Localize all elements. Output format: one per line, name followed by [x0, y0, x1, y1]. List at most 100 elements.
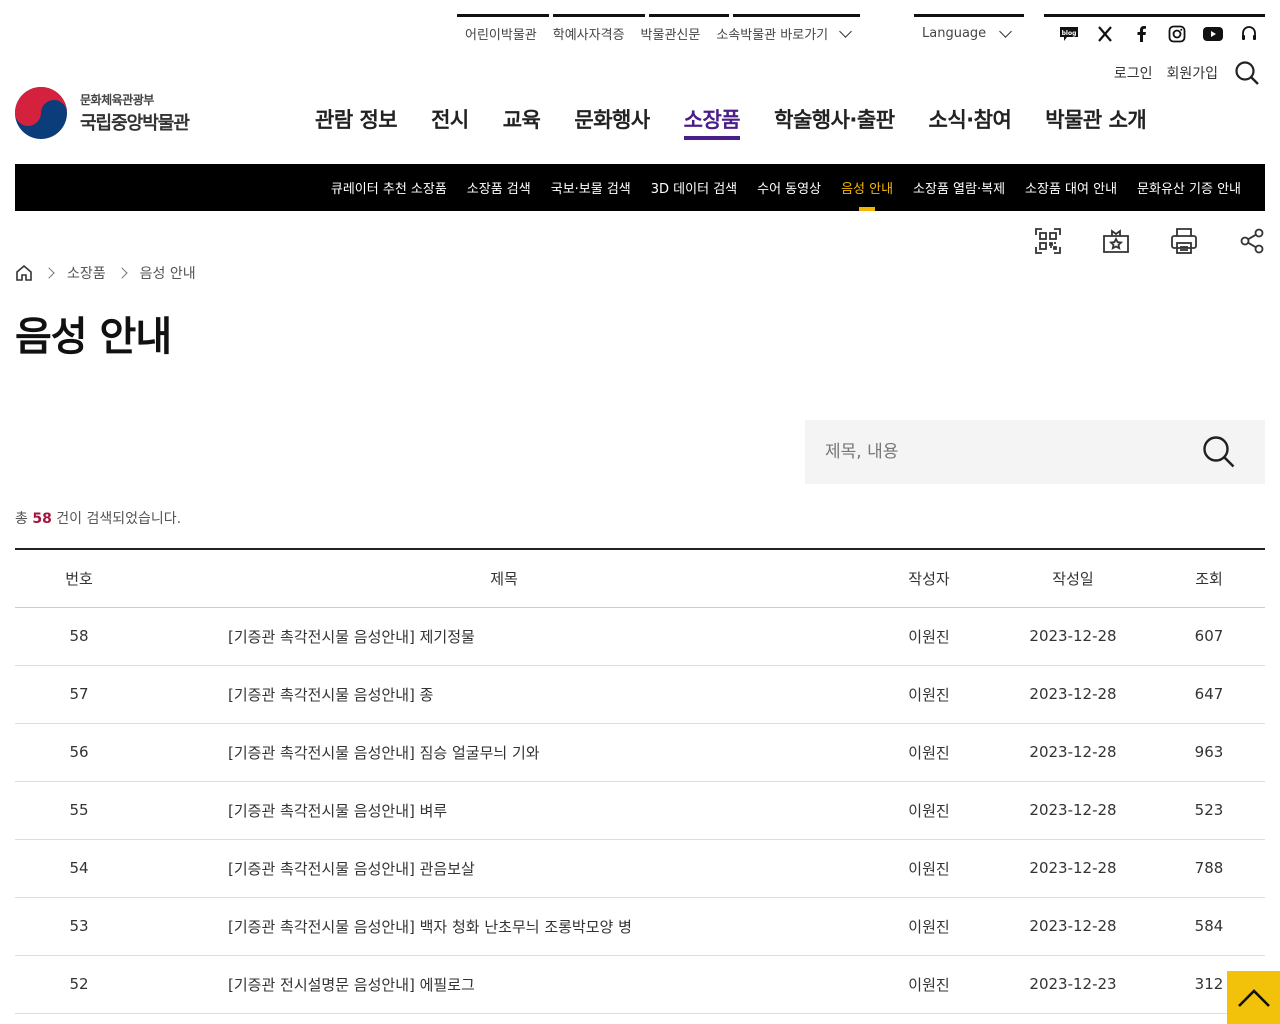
divider — [897, 14, 914, 17]
headset-icon[interactable] — [1238, 23, 1260, 45]
row-number: 52 — [15, 955, 143, 1014]
subnav-collection-search[interactable]: 소장품 검색 — [457, 164, 541, 211]
table-row[interactable]: 55 [기증관 촉각전시물 음성안내] 벼루 이원진 2023-12-28 523 — [15, 781, 1265, 840]
gnb-events[interactable]: 문화행사 — [557, 104, 666, 144]
breadcrumb-audio-guide[interactable]: 음성 안내 — [140, 263, 196, 283]
language-label: Language — [922, 26, 987, 41]
util-link-newsletter[interactable]: 박물관신문 — [633, 16, 709, 52]
blog-icon[interactable]: blog — [1058, 23, 1080, 45]
search-input[interactable] — [805, 420, 1185, 484]
row-views: 523 — [1153, 781, 1265, 840]
youtube-icon[interactable] — [1202, 23, 1224, 45]
table-header: 번호 제목 작성자 작성일 조회 — [15, 548, 1265, 608]
row-title[interactable]: [기증관 촉각전시물 음성안내] 백자 청화 난초무늬 조롱박모양 병 — [143, 897, 865, 956]
logo-name: 국립중앙박물관 — [80, 113, 190, 134]
gnb-education[interactable]: 교육 — [486, 104, 558, 144]
join-link[interactable]: 회원가입 — [1166, 63, 1218, 83]
bookmark-icon[interactable] — [1102, 226, 1130, 256]
count-prefix: 총 — [15, 511, 28, 527]
blog-icon-text: blog — [1062, 30, 1077, 37]
row-views: 963 — [1153, 723, 1265, 782]
taegeuk-icon — [15, 87, 67, 139]
x-icon[interactable] — [1094, 23, 1116, 45]
gnb-exhibition[interactable]: 전시 — [414, 104, 486, 144]
row-number: 55 — [15, 781, 143, 840]
gnb-about[interactable]: 박물관 소개 — [1028, 104, 1163, 144]
table-row[interactable]: 54 [기증관 촉각전시물 음성안내] 관음보살 이원진 2023-12-28 788 — [15, 839, 1265, 898]
sub-nav: 큐레이터 추천 소장품 소장품 검색 국보·보물 검색 3D 데이터 검색 수어… — [15, 164, 1265, 211]
language-select[interactable]: Language — [914, 14, 1024, 50]
gnb-news[interactable]: 소식·참여 — [912, 104, 1029, 144]
gnb-academic[interactable]: 학술행사·출판 — [757, 104, 911, 144]
gnb-collection[interactable]: 소장품 — [667, 104, 757, 144]
row-title[interactable]: [기증관 전시설명문 음성안내] 에필로그 — [143, 955, 865, 1014]
row-date: 2023-12-23 — [993, 955, 1153, 1014]
header-title: 제목 — [143, 548, 865, 608]
search-icon[interactable] — [1234, 60, 1260, 86]
table-row[interactable]: 57 [기증관 촉각전시물 음성안내] 종 이원진 2023-12-28 647 — [15, 665, 1265, 724]
scroll-top-button[interactable] — [1227, 971, 1280, 1024]
share-icon[interactable] — [1238, 226, 1266, 256]
count-number: 58 — [32, 511, 52, 527]
util-link-kids[interactable]: 어린이박물관 — [457, 16, 545, 52]
util-link-affiliates[interactable]: 소속박물관 바로가기 — [708, 16, 860, 52]
sns-links: blog — [1044, 14, 1265, 50]
row-title[interactable]: [기증관 촉각전시물 음성안내] 관음보살 — [143, 839, 865, 898]
search-button[interactable] — [1201, 434, 1237, 470]
row-number: 57 — [15, 665, 143, 724]
table-row[interactable]: 53 [기증관 촉각전시물 음성안내] 백자 청화 난초무늬 조롱박모양 병 이원진… — [15, 897, 1265, 956]
subnav-sign-video[interactable]: 수어 동영상 — [747, 164, 831, 211]
row-views: 584 — [1153, 897, 1265, 956]
row-author: 이원진 — [865, 607, 993, 666]
home-icon[interactable] — [15, 264, 33, 282]
row-title[interactable]: [기증관 촉각전시물 음성안내] 벼루 — [143, 781, 865, 840]
header-author: 작성자 — [865, 548, 993, 608]
row-author: 이원진 — [865, 839, 993, 898]
subnav-loan[interactable]: 소장품 대여 안내 — [1015, 164, 1127, 211]
row-date: 2023-12-28 — [993, 665, 1153, 724]
facebook-icon[interactable] — [1130, 23, 1152, 45]
board-table: 번호 제목 작성자 작성일 조회 58 [기증관 촉각전시물 음성안내] 제기정물… — [15, 548, 1265, 1014]
table-row[interactable]: 56 [기증관 촉각전시물 음성안내] 짐승 얼굴무늬 기와 이원진 2023-12-… — [15, 723, 1265, 782]
table-row[interactable]: 58 [기증관 촉각전시물 음성안내] 제기정물 이원진 2023-12-28 607 — [15, 607, 1265, 666]
row-author: 이원진 — [865, 781, 993, 840]
row-views: 607 — [1153, 607, 1265, 666]
divider — [645, 14, 649, 17]
museum-logo[interactable]: 문화체육관광부 국립중앙박물관 — [14, 86, 190, 140]
auth-links: 로그인 회원가입 — [1114, 60, 1260, 86]
subnav-audio-guide[interactable]: 음성 안내 — [831, 164, 903, 211]
qr-code-icon[interactable] — [1034, 226, 1062, 256]
login-link[interactable]: 로그인 — [1114, 63, 1153, 83]
count-suffix: 건이 검색되었습니다. — [56, 511, 182, 527]
subnav-view-copy[interactable]: 소장품 열람·복제 — [903, 164, 1015, 211]
chevron-down-icon — [1000, 28, 1012, 40]
subnav-3d-search[interactable]: 3D 데이터 검색 — [641, 164, 747, 211]
row-date: 2023-12-28 — [993, 723, 1153, 782]
row-date: 2023-12-28 — [993, 839, 1153, 898]
row-date: 2023-12-28 — [993, 781, 1153, 840]
header-number: 번호 — [15, 548, 143, 608]
subnav-treasure-search[interactable]: 국보·보물 검색 — [541, 164, 641, 211]
row-views: 788 — [1153, 839, 1265, 898]
subnav-donation[interactable]: 문화유산 기증 안내 — [1127, 164, 1251, 211]
instagram-icon[interactable] — [1166, 23, 1188, 45]
breadcrumb-collection[interactable]: 소장품 — [67, 263, 106, 283]
page-title: 음성 안내 — [15, 314, 172, 360]
chevron-right-icon — [115, 267, 128, 279]
search-icon — [1203, 436, 1235, 468]
row-title[interactable]: [기증관 촉각전시물 음성안내] 제기정물 — [143, 607, 865, 666]
util-link-certificate[interactable]: 학예사자격증 — [545, 16, 633, 52]
breadcrumb: 소장품 음성 안내 — [15, 263, 196, 283]
table-row[interactable]: 52 [기증관 전시설명문 음성안내] 에필로그 이원진 2023-12-23 312 — [15, 955, 1265, 1014]
divider — [549, 14, 553, 17]
print-icon[interactable] — [1170, 226, 1198, 256]
row-title[interactable]: [기증관 촉각전시물 음성안내] 종 — [143, 665, 865, 724]
subnav-curator-picks[interactable]: 큐레이터 추천 소장품 — [321, 164, 457, 211]
util-link-affiliates-label: 소속박물관 바로가기 — [716, 28, 829, 43]
row-author: 이원진 — [865, 955, 993, 1014]
row-title[interactable]: [기증관 촉각전시물 음성안내] 짐승 얼굴무늬 기와 — [143, 723, 865, 782]
gnb-visit[interactable]: 관람 정보 — [298, 104, 414, 144]
row-number: 53 — [15, 897, 143, 956]
row-date: 2023-12-28 — [993, 897, 1153, 956]
utility-bar: 어린이박물관 학예사자격증 박물관신문 소속박물관 바로가기 Language … — [0, 14, 1280, 54]
